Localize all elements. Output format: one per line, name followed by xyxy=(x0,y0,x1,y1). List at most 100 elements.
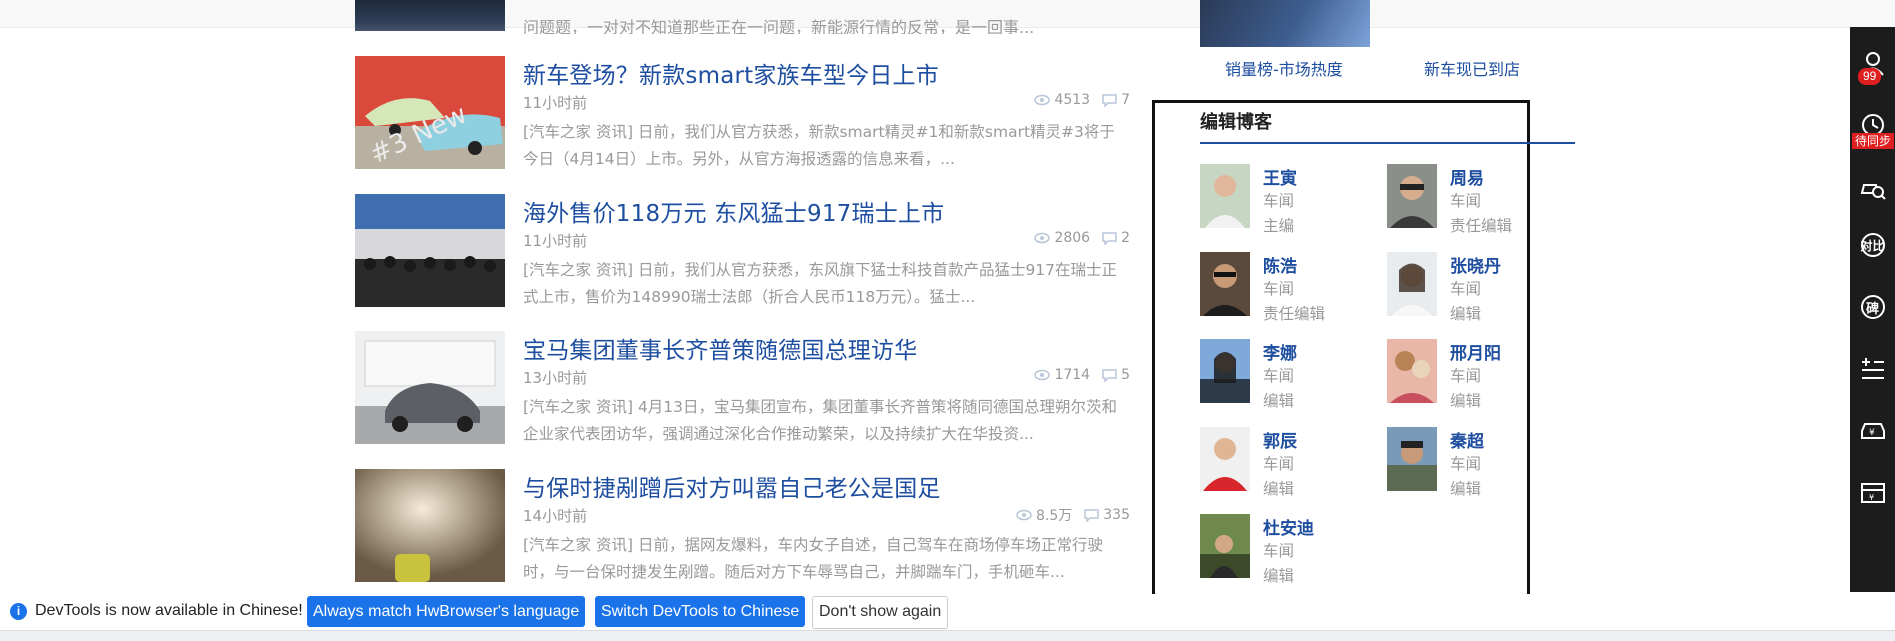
editor-card[interactable]: 周易 车闻 责任编辑 xyxy=(1387,164,1557,236)
avatar[interactable] xyxy=(1387,427,1437,491)
article-thumbnail[interactable] xyxy=(355,331,505,444)
avatar[interactable] xyxy=(1200,164,1250,228)
comment-icon xyxy=(1084,508,1100,522)
avatar[interactable] xyxy=(1387,252,1437,316)
comment-icon xyxy=(1102,231,1117,245)
article-item[interactable]: #3 New 新车登场？新款smart家族车型今日上市 11小时前 4513 7… xyxy=(355,56,1135,171)
editor-dept: 车闻 xyxy=(1450,280,1482,298)
article-thumbnail[interactable]: #3 New xyxy=(355,56,505,169)
avatar[interactable] xyxy=(1387,164,1437,228)
editor-dept: 车闻 xyxy=(1263,280,1295,298)
article-summary: [汽车之家 资讯] 日前，我们从官方获悉，东风旗下猛士科技首款产品猛士917在瑞… xyxy=(523,261,1118,306)
article-stats: 8.5万 335 xyxy=(1016,505,1130,525)
article-time: 11小时前 xyxy=(523,232,588,250)
sync-status-label: 待同步 xyxy=(1852,133,1895,149)
notification-badge: 99 xyxy=(1858,68,1882,85)
info-icon: i xyxy=(10,603,27,620)
new-cars-link[interactable]: 新车现已到店 xyxy=(1424,56,1520,80)
editor-card[interactable]: 秦超 车闻 编辑 xyxy=(1387,427,1557,499)
comment-count[interactable]: 335 xyxy=(1084,507,1130,523)
search-car-icon[interactable] xyxy=(1850,169,1895,209)
article-thumbnail[interactable] xyxy=(355,194,505,307)
editor-role: 主编 xyxy=(1263,217,1295,235)
editor-name[interactable]: 杜安迪 xyxy=(1263,514,1314,539)
dont-show-again-button[interactable]: Don't show again xyxy=(812,596,949,629)
avatar[interactable] xyxy=(1200,339,1250,403)
editor-name[interactable]: 秦超 xyxy=(1450,427,1484,452)
article-stats: 1714 5 xyxy=(1034,367,1130,383)
divider xyxy=(1200,142,1575,144)
editor-card[interactable]: 王寅 车闻 主编 xyxy=(1200,164,1370,236)
editor-name[interactable]: 张晓丹 xyxy=(1450,252,1501,277)
comment-count[interactable]: 5 xyxy=(1102,367,1130,383)
article-stats: 4513 7 xyxy=(1034,92,1130,108)
editor-card[interactable]: 李娜 车闻 编辑 xyxy=(1200,339,1370,411)
svg-text:¥: ¥ xyxy=(1869,493,1874,502)
sales-rank-link[interactable]: 销量榜-市场热度 xyxy=(1225,56,1343,80)
article-item[interactable]: 与保时捷剐蹭后对方叫嚣自己老公是国足 14小时前 8.5万 335 [汽车之家 … xyxy=(355,469,1135,584)
add-list-icon[interactable] xyxy=(1850,349,1895,389)
view-count: 2806 xyxy=(1034,230,1090,246)
comment-icon xyxy=(1102,93,1117,107)
eye-icon xyxy=(1016,509,1032,521)
article-item[interactable]: 海外售价118万元 东风猛士917瑞士上市 11小时前 2806 2 [汽车之家… xyxy=(355,194,1135,309)
editor-name[interactable]: 周易 xyxy=(1450,164,1484,189)
editor-role: 责任编辑 xyxy=(1450,217,1513,235)
devtools-statusbar xyxy=(0,630,1895,641)
editor-blog-title: 编辑博客 xyxy=(1200,112,1272,133)
editor-dept: 车闻 xyxy=(1263,192,1295,210)
always-match-language-button[interactable]: Always match HwBrowser's language xyxy=(307,596,586,627)
article-title[interactable]: 与保时捷剐蹭后对方叫嚣自己老公是国足 xyxy=(523,469,941,503)
switch-to-chinese-button[interactable]: Switch DevTools to Chinese xyxy=(595,596,806,627)
avatar[interactable] xyxy=(1387,339,1437,403)
reputation-icon[interactable]: 碑 xyxy=(1850,287,1895,327)
sales-rank-thumbnail[interactable] xyxy=(1200,0,1370,47)
comment-icon xyxy=(1102,368,1117,382)
floating-toolbar: 对比 碑 ¥ ¥ xyxy=(1850,27,1895,592)
editor-dept: 车闻 xyxy=(1450,367,1482,385)
article-title[interactable]: 宝马集团董事长齐普策随德国总理访华 xyxy=(523,331,917,365)
article-summary: [汽车之家 资讯] 日前，我们从官方获悉，新款smart精灵#1和新款smart… xyxy=(523,123,1115,168)
editor-role: 编辑 xyxy=(1450,305,1482,323)
editor-role: 编辑 xyxy=(1263,567,1295,585)
article-title[interactable]: 海外售价118万元 东风猛士917瑞士上市 xyxy=(523,194,944,228)
devtools-message: DevTools is now available in Chinese! xyxy=(35,602,303,619)
editor-role: 编辑 xyxy=(1263,480,1295,498)
wallet-icon[interactable]: ¥ xyxy=(1850,473,1895,513)
editor-card[interactable]: 张晓丹 车闻 编辑 xyxy=(1387,252,1557,324)
editor-card[interactable]: 邢月阳 车闻 编辑 xyxy=(1387,339,1557,411)
editor-name[interactable]: 邢月阳 xyxy=(1450,339,1501,364)
article-time: 13小时前 xyxy=(523,369,588,387)
editor-role: 编辑 xyxy=(1450,480,1482,498)
editor-dept: 车闻 xyxy=(1263,455,1295,473)
eye-icon xyxy=(1034,232,1051,244)
avatar[interactable] xyxy=(1200,514,1250,578)
article-thumbnail[interactable] xyxy=(355,0,505,31)
editor-card[interactable]: 杜安迪 车闻 编辑 xyxy=(1200,514,1370,586)
editor-name[interactable]: 王寅 xyxy=(1263,164,1297,189)
editor-role: 编辑 xyxy=(1450,392,1482,410)
eye-icon xyxy=(1034,94,1051,106)
car-price-icon[interactable]: ¥ xyxy=(1850,411,1895,451)
avatar[interactable] xyxy=(1200,427,1250,491)
article-summary: [汽车之家 资讯] 4月13日，宝马集团宣布，集团董事长齐普策将随同德国总理朔尔… xyxy=(523,398,1118,443)
view-count: 1714 xyxy=(1034,367,1090,383)
editor-dept: 车闻 xyxy=(1263,367,1295,385)
compare-icon[interactable]: 对比 xyxy=(1850,225,1895,265)
comment-count[interactable]: 2 xyxy=(1102,230,1130,246)
article-thumbnail[interactable] xyxy=(355,469,505,582)
avatar[interactable] xyxy=(1200,252,1250,316)
article-item[interactable]: 宝马集团董事长齐普策随德国总理访华 13小时前 1714 5 [汽车之家 资讯]… xyxy=(355,331,1135,446)
editor-name[interactable]: 郭辰 xyxy=(1263,427,1297,452)
article-title[interactable]: 新车登场？新款smart家族车型今日上市 xyxy=(523,56,939,90)
comment-count[interactable]: 7 xyxy=(1102,92,1130,108)
editor-name[interactable]: 李娜 xyxy=(1263,339,1297,364)
editor-card[interactable]: 陈浩 车闻 责任编辑 xyxy=(1200,252,1370,324)
editor-role: 责任编辑 xyxy=(1263,305,1326,323)
editor-card[interactable]: 郭辰 车闻 编辑 xyxy=(1200,427,1370,499)
editor-dept: 车闻 xyxy=(1263,542,1295,560)
editor-name[interactable]: 陈浩 xyxy=(1263,252,1297,277)
view-count: 8.5万 xyxy=(1016,505,1072,525)
editor-dept: 车闻 xyxy=(1450,192,1482,210)
svg-text:¥: ¥ xyxy=(1869,428,1875,438)
